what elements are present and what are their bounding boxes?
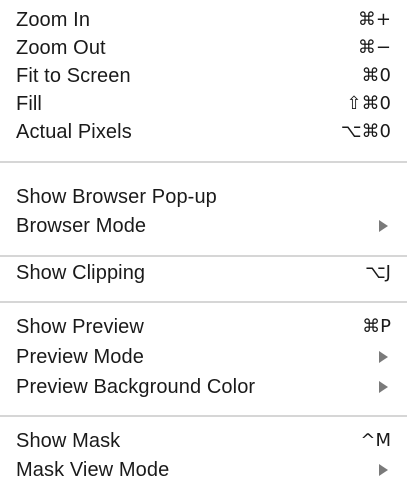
menu-item-label: Preview Mode [16,346,144,368]
submenu-arrow-icon [379,351,388,363]
view-menu: Zoom In ⌘+ Zoom Out ⌘− Fit to Screen ⌘0 … [0,0,407,486]
menu-separator [0,161,407,163]
menu-item-fit-to-screen[interactable]: Fit to Screen ⌘0 [0,62,407,90]
menu-item-label: Zoom In [16,9,91,31]
keyboard-shortcut: ⌘− [357,37,391,58]
menu-item-label: Show Preview [16,316,144,338]
menu-item-zoom-out[interactable]: Zoom Out ⌘− [0,34,407,62]
menu-item-show-browser-popup[interactable]: Show Browser Pop-up [0,183,407,211]
menu-separator [0,415,407,417]
menu-item-label: Show Browser Pop-up [16,186,217,208]
keyboard-shortcut: ⌘0 [361,65,391,86]
menu-item-label: Zoom Out [16,37,106,59]
keyboard-shortcut: ⌘+ [357,9,391,30]
menu-separator [0,255,407,257]
menu-item-show-mask[interactable]: Show Mask ^M [0,427,407,455]
keyboard-shortcut: ⌥J [364,262,391,283]
menu-item-browser-mode[interactable]: Browser Mode [0,212,407,240]
menu-item-show-preview[interactable]: Show Preview ⌘P [0,313,407,341]
submenu-arrow-icon [379,220,388,232]
menu-item-label: Mask View Mode [16,459,170,481]
menu-item-label: Actual Pixels [16,121,132,143]
menu-item-show-clipping[interactable]: Show Clipping ⌥J [0,259,407,287]
submenu-arrow-icon [379,464,388,476]
submenu-arrow-icon [379,381,388,393]
menu-item-label: Show Clipping [16,262,146,284]
menu-item-label: Browser Mode [16,215,147,237]
keyboard-shortcut: ⌥⌘0 [340,121,391,142]
menu-item-label: Show Mask [16,430,121,452]
menu-separator [0,301,407,303]
keyboard-shortcut: ⌘P [362,316,391,337]
keyboard-shortcut: ^M [360,430,391,451]
menu-item-zoom-in[interactable]: Zoom In ⌘+ [0,6,407,34]
menu-item-preview-mode[interactable]: Preview Mode [0,343,407,371]
menu-item-actual-pixels[interactable]: Actual Pixels ⌥⌘0 [0,118,407,146]
menu-item-fill[interactable]: Fill ⇧⌘0 [0,90,407,118]
menu-item-mask-view-mode[interactable]: Mask View Mode [0,456,407,484]
menu-item-label: Preview Background Color [16,376,256,398]
menu-item-preview-background-color[interactable]: Preview Background Color [0,373,407,401]
menu-item-label: Fit to Screen [16,65,131,87]
menu-item-label: Fill [16,93,42,115]
keyboard-shortcut: ⇧⌘0 [346,93,391,114]
